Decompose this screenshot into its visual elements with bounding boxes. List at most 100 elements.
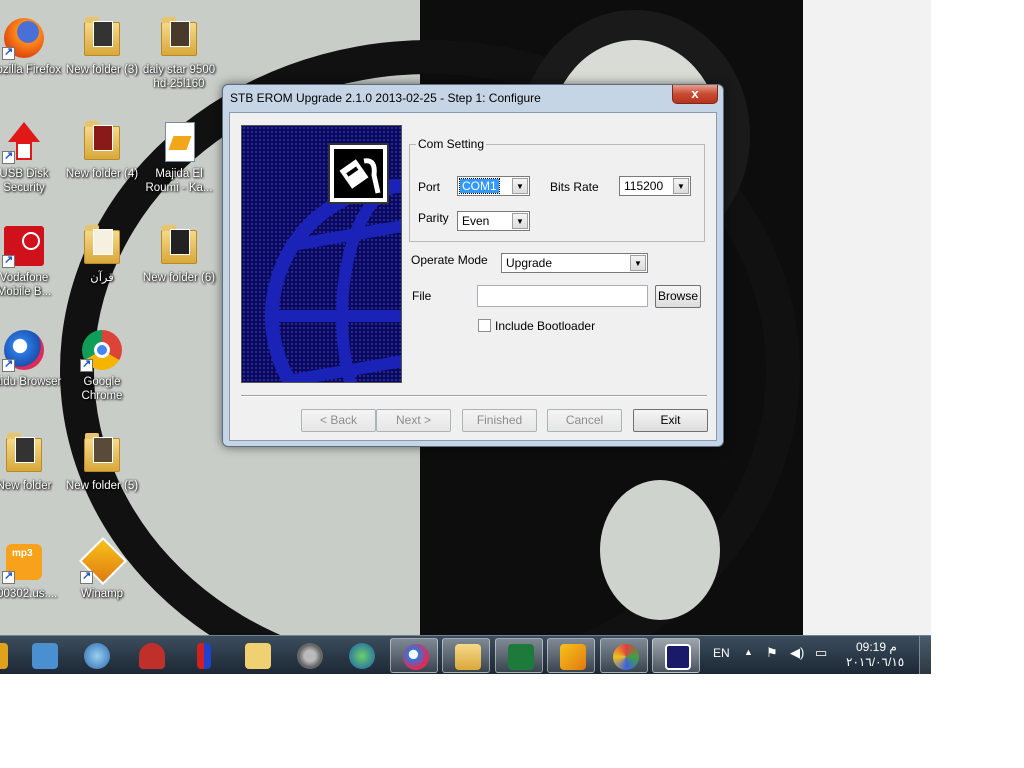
network-icon [84, 643, 110, 669]
desktop-icon-new-folder-4[interactable]: New folder (4) [63, 120, 141, 181]
show-desktop-button[interactable] [919, 636, 931, 674]
baidu-browser-icon [2, 328, 46, 372]
com-setting-title: Com Setting [416, 137, 487, 151]
desktop-icon-label: New folder (5) [65, 480, 139, 492]
file-path-input[interactable] [477, 285, 648, 307]
close-button[interactable]: x [672, 85, 718, 104]
mp3-badge-text: mp3 [12, 548, 33, 559]
app-icon [0, 643, 8, 669]
desktop-icon-mp3-quran[interactable]: mp3 300302.us.... [0, 540, 63, 601]
desktop-icon-label: Winamp [80, 588, 124, 600]
taskbar-item-3[interactable] [127, 638, 175, 673]
action-center-flag-icon[interactable]: ⚑ [766, 645, 778, 661]
shortcut-arrow-icon [2, 149, 15, 164]
port-select[interactable]: COM1 ▼ [457, 176, 530, 196]
folder-icon [2, 432, 46, 476]
desktop-icon-usb-disk-security[interactable]: USB Disk Security [0, 120, 63, 195]
include-bootloader-checkbox[interactable] [478, 319, 491, 332]
taskbar-item-stb-erom[interactable] [652, 638, 700, 673]
desktop-icon-daly-star[interactable]: daly star 9500 hd-25l160 [140, 16, 218, 91]
taskbar-item-4[interactable] [180, 638, 228, 673]
desktop-icon-label: daly star 9500 hd-25l160 [142, 64, 216, 90]
clock-time[interactable]: 09:19 م [856, 640, 897, 654]
taskbar-item-baidu[interactable] [390, 638, 438, 673]
taskbar-item-partial[interactable] [0, 638, 18, 673]
stb-erom-upgrade-dialog: STB EROM Upgrade 2.1.0 2013-02-25 - Step… [222, 84, 724, 447]
desktop-icon-label: Majida El Roumi - Ka... [145, 168, 213, 194]
next-button[interactable]: Next > [376, 409, 451, 432]
include-bootloader-label[interactable]: Include Bootloader [495, 319, 595, 333]
dialog-title: STB EROM Upgrade 2.1.0 2013-02-25 - Step… [230, 91, 541, 105]
taskbar-item-explorer[interactable] [442, 638, 490, 673]
stb-erom-icon [665, 644, 691, 670]
show-hidden-icons-icon[interactable]: ▲ [744, 647, 753, 657]
desktop-icon-new-folder-3[interactable]: New folder (3) [63, 16, 141, 77]
parity-select[interactable]: Even ▼ [457, 211, 530, 231]
desktop-icon-quran[interactable]: قرآن [63, 224, 141, 285]
taskbar-item-5[interactable] [233, 638, 281, 673]
desktop-icon-label: Google Chrome [81, 376, 123, 402]
desktop-icon-firefox[interactable]: Mozilla Firefox [0, 16, 63, 77]
winamp-icon [78, 536, 128, 586]
desktop-icon-baidu-browser[interactable]: Baidu Browser [0, 328, 63, 389]
browse-button[interactable]: Browse [655, 285, 701, 308]
shortcut-arrow-icon [2, 569, 15, 584]
usb-security-icon [2, 120, 46, 164]
chevron-down-icon[interactable]: ▼ [630, 255, 646, 271]
desktop-icon-label: قرآن [90, 272, 114, 284]
taskbar-item-winamp[interactable] [547, 638, 595, 673]
desktop-icon-vodafone[interactable]: Vodafone Mobile B... [0, 224, 63, 299]
port-selected-value: COM1 [459, 178, 500, 194]
cancel-button[interactable]: Cancel [547, 409, 622, 432]
exit-button[interactable]: Exit [633, 409, 708, 432]
paint-palette-icon [613, 644, 639, 670]
mp3-quran-icon: mp3 [2, 540, 46, 584]
folder-icon [80, 120, 124, 164]
bits-rate-select[interactable]: 115200 ▼ [619, 176, 691, 196]
clock-date[interactable]: ٢٠١٦/٠٦/١٥ [846, 655, 904, 669]
disk-tool-icon [32, 643, 58, 669]
folder-icon [157, 16, 201, 60]
desktop-icon-majida[interactable]: Majida El Roumi - Ka... [140, 120, 218, 195]
taskbar-item-2[interactable] [72, 638, 120, 673]
character-icon [245, 643, 271, 669]
folder-icon [80, 16, 124, 60]
chevron-down-icon[interactable]: ▼ [512, 213, 528, 229]
baidu-browser-icon [403, 644, 429, 670]
volume-icon[interactable]: ◀) [790, 645, 804, 661]
desktop-icon-winamp[interactable]: Winamp [63, 536, 141, 601]
winamp-icon [560, 644, 586, 670]
chevron-down-icon[interactable]: ▼ [673, 178, 689, 194]
network-status-icon[interactable]: ▭ [815, 645, 827, 661]
taskbar-item-paint[interactable] [600, 638, 648, 673]
file-label: File [412, 289, 432, 303]
wizard-banner-image [241, 125, 402, 383]
desktop-icon-google-chrome[interactable]: Google Chrome [63, 328, 141, 403]
taskbar-item-7[interactable] [337, 638, 385, 673]
taskbar-item-6[interactable] [285, 638, 333, 673]
parity-selected-value: Even [462, 214, 490, 228]
network-cable-icon [328, 143, 389, 204]
port-label: Port [418, 180, 441, 194]
operate-mode-select[interactable]: Upgrade ▼ [501, 253, 648, 273]
dialog-client-area: Com Setting Port COM1 ▼ Bits Rate 115200… [229, 112, 717, 441]
taskbar-item-1[interactable] [20, 638, 68, 673]
shortcut-arrow-icon [2, 45, 15, 60]
shortcut-arrow-icon [80, 357, 93, 372]
folder-icon [157, 224, 201, 268]
desktop-icon-label: New folder [0, 480, 52, 492]
taskbar-item-excel[interactable] [495, 638, 543, 673]
firefox-icon [2, 16, 46, 60]
folder-icon [80, 432, 124, 476]
desktop-icon-new-folder-5[interactable]: New folder (5) [63, 432, 141, 493]
back-button[interactable]: < Back [301, 409, 376, 432]
screen: Mozilla Firefox New folder (3) daly star… [0, 0, 931, 674]
finished-button[interactable]: Finished [462, 409, 537, 432]
language-indicator[interactable]: EN [713, 646, 730, 660]
parity-label: Parity [418, 211, 449, 225]
chevron-down-icon[interactable]: ▼ [512, 178, 528, 194]
desktop-icon-label: New folder (4) [65, 168, 139, 180]
desktop-icon-new-folder[interactable]: New folder [0, 432, 63, 493]
globe-icon [349, 643, 375, 669]
desktop-icon-new-folder-6[interactable]: New folder (6) [140, 224, 218, 285]
